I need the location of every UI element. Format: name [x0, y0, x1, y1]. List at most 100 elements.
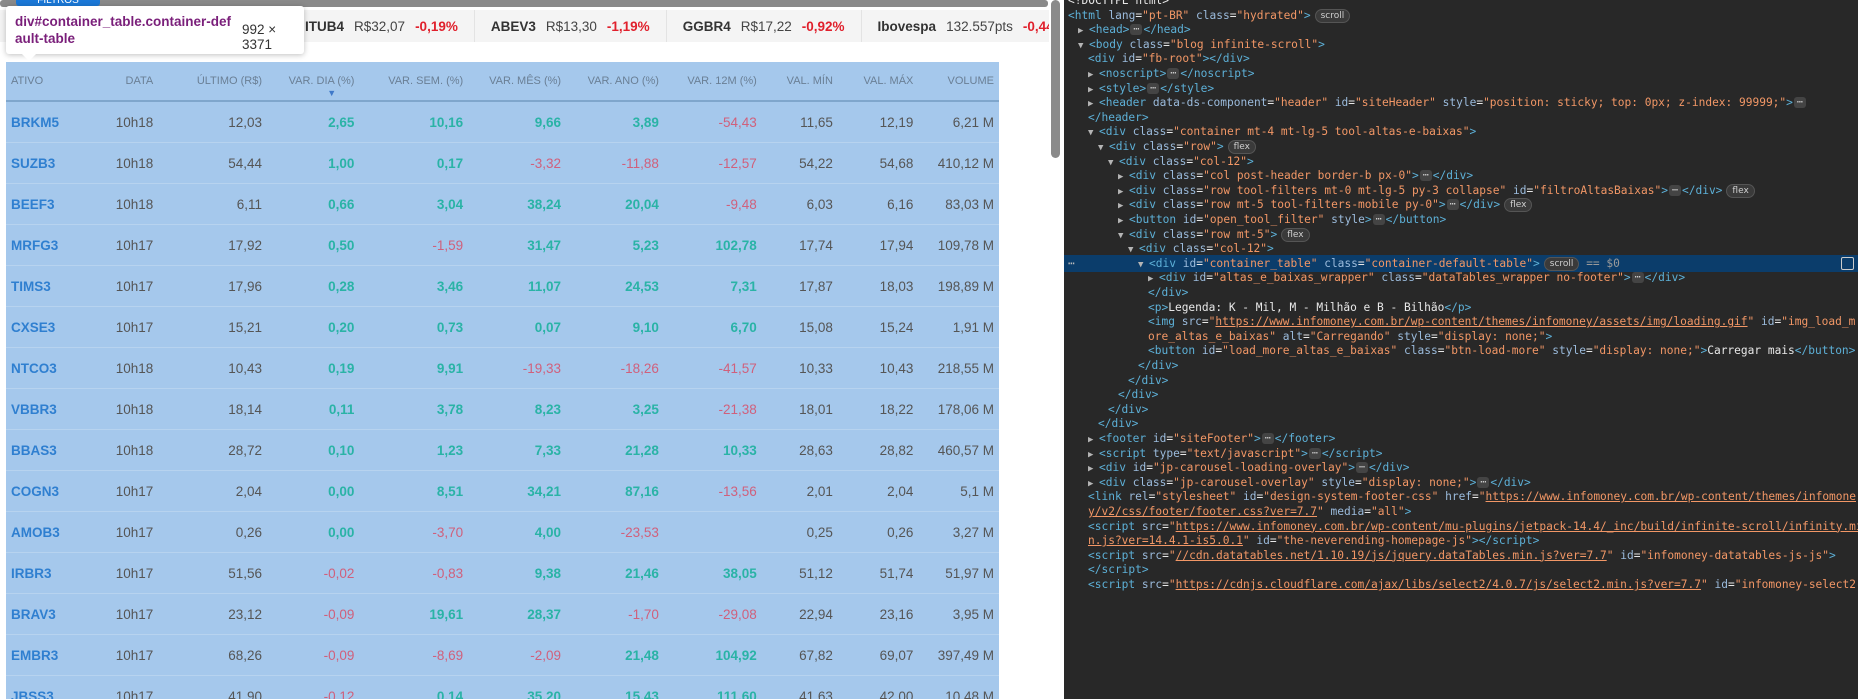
- ticker-price: R$17,22: [740, 18, 792, 34]
- show-in-console-icon[interactable]: [1841, 256, 1854, 270]
- table-row[interactable]: NTCO3 10h18 10,43 0,19 9,91 -19,33 -18,26 -41,5…: [6, 347, 999, 389]
- cell-variation: 3,89: [566, 101, 664, 143]
- asset-link[interactable]: BRKM5: [6, 101, 93, 143]
- cell-value: 17,74: [761, 224, 838, 266]
- cell-time: 10h18: [93, 429, 159, 471]
- column-header[interactable]: VOLUME: [918, 62, 999, 102]
- column-header[interactable]: VAR. 12M (%): [663, 62, 762, 102]
- cell-value: 15,08: [761, 306, 838, 348]
- ticker-item[interactable]: GGBR4 R$17,22 -0,92%: [666, 10, 862, 42]
- table-row[interactable]: SUZB3 10h18 54,44 1,00 0,17 -3,32 -11,88 -12,57…: [6, 142, 999, 184]
- cell-value: 218,55 M: [918, 347, 999, 389]
- cell-time: 10h17: [93, 634, 159, 676]
- cell-variation: -2,09: [468, 634, 567, 676]
- cell-variation: 38,05: [663, 552, 762, 594]
- cell-variation: 0,00: [267, 511, 360, 553]
- cell-value: 28,82: [837, 429, 919, 471]
- column-header[interactable]: VAR. MÊS (%): [468, 62, 567, 102]
- cell-variation: -9,48: [663, 183, 762, 225]
- column-header[interactable]: VAR. SEM. (%): [359, 62, 469, 102]
- cell-value: 54,44: [158, 142, 267, 184]
- table-row[interactable]: BBAS3 10h18 28,72 0,10 1,23 7,33 21,28 10,33 28,…: [6, 429, 999, 471]
- cell-variation: -0,09: [267, 634, 360, 676]
- column-header[interactable]: DATA: [93, 62, 159, 102]
- ticker-symbol: Ibovespa: [877, 18, 937, 34]
- cell-value: 51,56: [158, 552, 267, 594]
- ticker-symbol: ABEV3: [490, 18, 536, 34]
- cell-variation: 9,91: [359, 347, 469, 389]
- asset-link[interactable]: NTCO3: [6, 347, 93, 389]
- cell-variation: 0,50: [267, 224, 360, 266]
- column-header[interactable]: VAR. DIA (%) ▼: [267, 62, 360, 102]
- ticker-item[interactable]: ABEV3 R$13,30 -1,19%: [474, 10, 667, 42]
- table-row[interactable]: BRKM5 10h18 12,03 2,65 10,16 9,66 3,89 -54,43 11…: [6, 101, 999, 143]
- column-header[interactable]: ÚLTIMO (R$): [158, 62, 267, 102]
- cell-value: 10,43: [158, 347, 267, 389]
- asset-link[interactable]: AMOB3: [6, 511, 93, 553]
- asset-link[interactable]: IRBR3: [6, 552, 93, 594]
- cell-value: 18,22: [837, 388, 919, 430]
- cell-variation: 0,66: [267, 183, 360, 225]
- page-scrollbar-thumb[interactable]: [1051, 0, 1060, 158]
- asset-link[interactable]: EMBR3: [6, 634, 93, 676]
- cell-variation: -0,02: [267, 552, 360, 594]
- cell-value: 0,26: [158, 511, 267, 553]
- cell-value: 17,92: [158, 224, 267, 266]
- ticker-item[interactable]: Ibovespa 132.557pts -0,44%: [861, 10, 1062, 42]
- asset-link[interactable]: SUZB3: [6, 142, 93, 184]
- cell-variation: -3,70: [359, 511, 469, 553]
- table-row[interactable]: TIMS3 10h17 17,96 0,28 3,46 11,07 24,53 7,31 17,…: [6, 265, 999, 307]
- cell-value: 5,1 M: [918, 470, 999, 512]
- cell-value: 15,21: [158, 306, 267, 348]
- column-header[interactable]: ATIVO: [6, 62, 93, 102]
- cell-variation: 24,53: [566, 265, 664, 307]
- cell-value: 109,78 M: [918, 224, 999, 266]
- cell-variation: 1,23: [359, 429, 469, 471]
- asset-link[interactable]: VBBR3: [6, 388, 93, 430]
- cell-variation: -8,69: [359, 634, 469, 676]
- cell-variation: 0,20: [267, 306, 360, 348]
- asset-link[interactable]: MRFG3: [6, 224, 93, 266]
- asset-link[interactable]: BRAV3: [6, 593, 93, 635]
- ticker-price: R$13,30: [545, 18, 597, 34]
- table-row[interactable]: VBBR3 10h18 18,14 0,11 3,78 8,23 3,25 -21,38 18,…: [6, 388, 999, 430]
- cell-value: 51,97 M: [918, 552, 999, 594]
- table-row[interactable]: BEEF3 10h18 6,11 0,66 3,04 38,24 20,04 -9,48 6,0…: [6, 183, 999, 225]
- dom-node-line[interactable]: <script src="https://cdnjs.cloudflare.co…: [1064, 576, 1858, 593]
- cell-value: 83,03 M: [918, 183, 999, 225]
- column-header[interactable]: VAL. MÍN: [761, 62, 838, 102]
- column-header[interactable]: VAL. MÁX: [837, 62, 919, 102]
- cell-value: 42,00: [837, 675, 919, 699]
- asset-link[interactable]: CXSE3: [6, 306, 93, 348]
- cell-value: 28,63: [761, 429, 838, 471]
- cell-variation: 21,46: [566, 552, 664, 594]
- cell-variation: 35,20: [468, 675, 567, 699]
- table-row[interactable]: BRAV3 10h17 23,12 -0,09 19,61 28,37 -1,70 -29,0…: [6, 593, 999, 635]
- cell-variation: 6,70: [663, 306, 762, 348]
- cell-value: 51,74: [837, 552, 919, 594]
- asset-link[interactable]: BEEF3: [6, 183, 93, 225]
- table-row[interactable]: IRBR3 10h17 51,56 -0,02 -0,83 9,38 21,46 38,05 5…: [6, 552, 999, 594]
- cell-variation: 0,00: [267, 470, 360, 512]
- table-row[interactable]: EMBR3 10h17 68,26 -0,09 -8,69 -2,09 21,48 104,9…: [6, 634, 999, 676]
- ticker-price: R$32,07: [354, 18, 406, 34]
- table-row[interactable]: AMOB3 10h17 0,26 0,00 -3,70 4,00 -23,53 0,25 0,2…: [6, 511, 999, 553]
- table-row[interactable]: CXSE3 10h17 15,21 0,20 0,73 0,07 9,10 6,70 15,08…: [6, 306, 999, 348]
- table-body: BRKM5 10h18 12,03 2,65 10,16 9,66 3,89 -54,43 11…: [6, 101, 999, 699]
- table-row[interactable]: JBSS3 10h17 41,90 -0,12 0,14 35,20 15,43 111,60…: [6, 675, 999, 699]
- ticker-symbol: ITUB4: [305, 18, 345, 34]
- cell-variation: 9,66: [468, 101, 567, 143]
- cell-time: 10h17: [93, 593, 159, 635]
- cell-variation: 0,73: [359, 306, 469, 348]
- asset-link[interactable]: JBSS3: [6, 675, 93, 699]
- inspector-tooltip: div#container_table.container-default-ta…: [6, 6, 304, 54]
- asset-link[interactable]: COGN3: [6, 470, 93, 512]
- cell-variation: -13,56: [663, 470, 762, 512]
- asset-link[interactable]: BBAS3: [6, 429, 93, 471]
- table-row[interactable]: MRFG3 10h17 17,92 0,50 -1,59 31,47 5,23 102,78 1…: [6, 224, 999, 266]
- cell-time: 10h18: [93, 347, 159, 389]
- column-header[interactable]: VAR. ANO (%): [566, 62, 664, 102]
- asset-link[interactable]: TIMS3: [6, 265, 93, 307]
- table-row[interactable]: COGN3 10h17 2,04 0,00 8,51 34,21 87,16 -13,56 2,…: [6, 470, 999, 512]
- cell-variation: 0,10: [267, 429, 360, 471]
